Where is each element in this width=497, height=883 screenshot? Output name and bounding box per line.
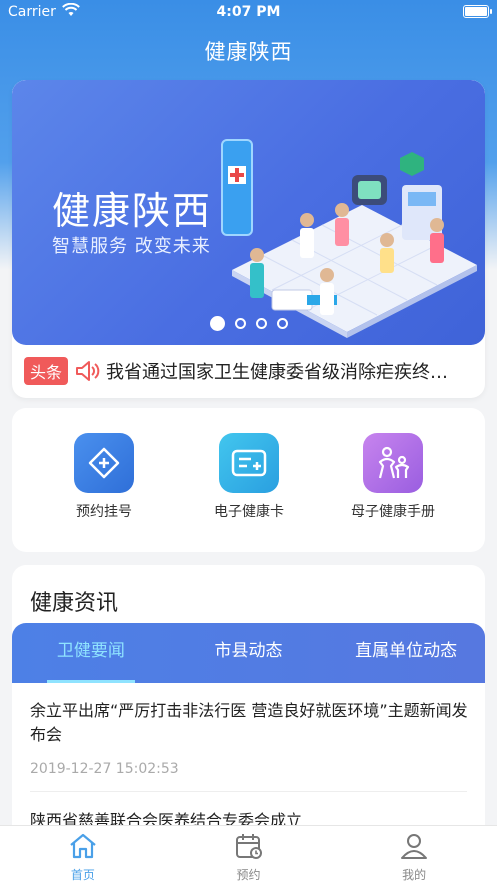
profile-icon: [401, 834, 428, 859]
health-card-icon: [219, 433, 279, 493]
news-section-title: 健康资讯: [30, 591, 119, 616]
news-tabs: 卫健要闻 市县动态 直属单位动态: [12, 623, 485, 683]
service-health-card[interactable]: 电子健康卡: [184, 433, 314, 521]
service-label: 预约挂号: [76, 504, 132, 520]
calendar-icon: [235, 834, 262, 859]
tabbar-appointment[interactable]: 预约: [166, 826, 332, 883]
carousel-indicator[interactable]: [12, 316, 485, 331]
promo-banner[interactable]: 健康陕西 智慧服务 改变未来: [12, 80, 485, 345]
banner-title: 健康陕西: [52, 189, 213, 233]
tab-city-county[interactable]: 市县动态: [170, 623, 328, 683]
headline-text: 我省通过国家卫生健康委省级消除疟疾终期评估: [106, 362, 462, 383]
service-label: 母子健康手册: [351, 504, 435, 520]
carousel-dot[interactable]: [209, 316, 225, 331]
service-mother-child[interactable]: 母子健康手册: [328, 433, 458, 521]
banner-subtitle: 智慧服务 改变未来: [52, 236, 211, 257]
app-title: 健康陕西: [204, 40, 293, 64]
banner-illustration: [221, 139, 477, 338]
tab-affiliated-units[interactable]: 直属单位动态: [327, 623, 485, 683]
headline-ticker[interactable]: 头条 我省通过国家卫生健康委省级消除疟疾终期评估: [12, 355, 485, 387]
news-item-title: 余立平出席“严厉打击非法行医 营造良好就医环境”主题新闻发布会: [30, 701, 468, 744]
services-card: 预约挂号 电子健康卡 母子健康手册: [12, 408, 485, 552]
tabbar-label: 我的: [402, 868, 427, 882]
carousel-dot[interactable]: [234, 318, 246, 329]
headline-tag: 头条: [24, 357, 69, 385]
carousel-dot[interactable]: [255, 318, 267, 329]
news-item-date: 2019-12-27 15:02:53: [30, 761, 179, 777]
divider: [30, 791, 467, 792]
news-item[interactable]: 余立平出席“严厉打击非法行医 营造良好就医环境”主题新闻发布会 2019-12-…: [30, 699, 470, 777]
tabbar-profile[interactable]: 我的: [331, 826, 497, 883]
banner-card: 健康陕西 智慧服务 改变未来 头条 我省通过国家卫生健康委省级消除疟疾终期评估: [12, 80, 485, 398]
tab-health-news[interactable]: 卫健要闻: [12, 623, 170, 683]
tabbar-label: 预约: [236, 868, 261, 882]
home-icon: [70, 833, 96, 859]
appointment-plus-icon: [74, 433, 134, 493]
tabbar-label: 首页: [70, 868, 95, 882]
service-appointment[interactable]: 预约挂号: [39, 433, 169, 521]
speaker-icon: [76, 361, 100, 381]
service-label: 电子健康卡: [214, 504, 284, 520]
bottom-tab-bar: 首页 预约 我的: [0, 825, 497, 883]
battery-icon: [463, 5, 492, 18]
status-bar: Carrier 4:07 PM: [0, 0, 497, 26]
clock: 4:07 PM: [216, 4, 281, 20]
tabbar-home[interactable]: 首页: [0, 826, 166, 883]
mother-child-icon: [363, 433, 423, 493]
carousel-dot[interactable]: [276, 318, 288, 329]
